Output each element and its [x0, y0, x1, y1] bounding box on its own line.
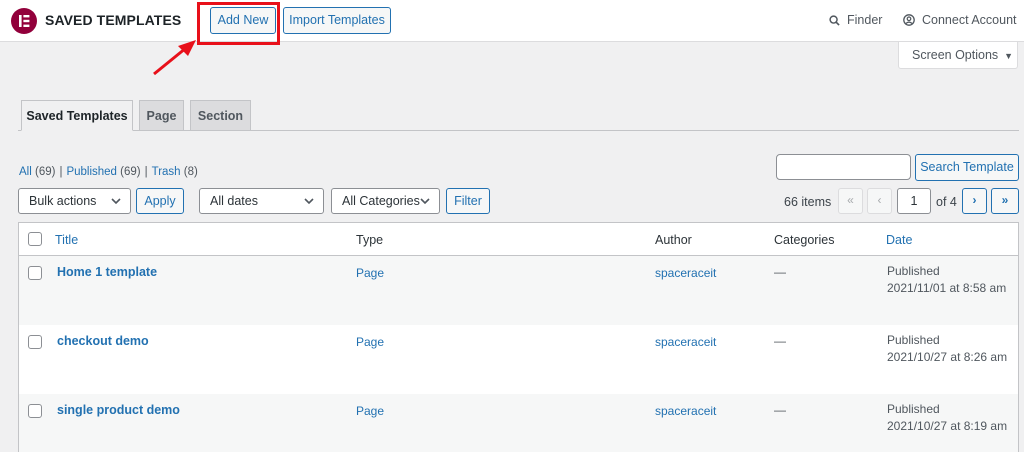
highlight-box: [197, 2, 280, 45]
connect-account-link[interactable]: Connect Account: [903, 13, 1017, 27]
column-title[interactable]: Title: [55, 233, 78, 247]
template-categories: —: [774, 334, 786, 348]
next-page-button[interactable]: ›: [962, 188, 987, 214]
view-published-link[interactable]: Published: [66, 166, 117, 178]
template-date: Published 2021/10/27 at 8:26 am: [887, 332, 1007, 366]
chevron-down-icon: [111, 198, 121, 205]
bulk-actions-select[interactable]: Bulk actions: [18, 188, 131, 214]
search-icon: [829, 14, 840, 26]
column-date[interactable]: Date: [886, 233, 912, 247]
view-trash-link[interactable]: Trash: [152, 166, 181, 178]
search-template-button[interactable]: Search Template: [915, 154, 1019, 181]
template-categories: —: [774, 403, 786, 417]
total-pages: of 4: [936, 195, 957, 209]
tab-saved-templates[interactable]: Saved Templates: [21, 100, 133, 131]
finder-label: Finder: [847, 13, 883, 27]
red-arrow-icon: [153, 40, 196, 76]
connect-account-label: Connect Account: [922, 13, 1017, 27]
items-count: 66 items: [784, 195, 832, 209]
screen-options-label: Screen Options: [912, 48, 999, 62]
template-date-value: 2021/10/27 at 8:19 am: [887, 419, 1008, 433]
page-title: SAVED TEMPLATES: [45, 12, 182, 28]
template-author-link[interactable]: spaceraceit: [655, 335, 716, 349]
tab-page[interactable]: Page: [139, 100, 184, 131]
view-published-count: (69): [120, 166, 141, 178]
template-status: Published: [887, 264, 940, 278]
column-categories: Categories: [774, 233, 835, 247]
chevron-down-icon: [420, 198, 430, 205]
template-title-link[interactable]: Home 1 template: [57, 265, 157, 279]
screen-options-button[interactable]: Screen Options ▼: [898, 42, 1018, 69]
table-row: checkout demo Page spaceraceit — Publish…: [19, 325, 1018, 394]
table-row: single product demo Page spaceraceit — P…: [19, 394, 1018, 452]
tab-section[interactable]: Section: [190, 100, 251, 131]
first-page-button: «: [838, 188, 863, 214]
table-header: Title Type Author Categories Date: [19, 223, 1018, 256]
view-all-count: (69): [34, 166, 56, 178]
table-row: Home 1 template Page spaceraceit — Publi…: [19, 256, 1018, 325]
select-all-checkbox[interactable]: [28, 232, 42, 246]
filter-button[interactable]: Filter: [446, 188, 490, 214]
template-date: Published 2021/10/27 at 8:19 am: [887, 401, 1007, 435]
view-filters: All (69) | Published (69) | Trash (8): [19, 166, 198, 178]
top-bar: SAVED TEMPLATES Add New Import Templates…: [0, 0, 1024, 42]
row-checkbox[interactable]: [28, 266, 42, 280]
template-categories: —: [774, 265, 786, 279]
template-author-link[interactable]: spaceraceit: [655, 404, 716, 418]
current-page-input[interactable]: 1: [897, 188, 931, 214]
template-type-link[interactable]: Page: [356, 404, 384, 418]
template-title-link[interactable]: checkout demo: [57, 334, 149, 348]
user-circle-icon: [903, 14, 915, 26]
template-date-value: 2021/10/27 at 8:26 am: [887, 350, 1008, 364]
elementor-logo-icon: [11, 8, 37, 34]
categories-select[interactable]: All Categories: [331, 188, 440, 214]
finder-link[interactable]: Finder: [829, 13, 882, 27]
dates-select[interactable]: All dates: [199, 188, 324, 214]
row-checkbox[interactable]: [28, 335, 42, 349]
search-input[interactable]: [776, 154, 911, 180]
apply-button[interactable]: Apply: [136, 188, 184, 214]
template-date: Published 2021/11/01 at 8:58 am: [887, 263, 1006, 297]
template-date-value: 2021/11/01 at 8:58 am: [887, 281, 1007, 295]
templates-table: Title Type Author Categories Date Home 1…: [18, 222, 1019, 452]
column-author: Author: [655, 233, 692, 247]
caret-down-icon: ▼: [1004, 51, 1014, 61]
view-trash-count: (8): [183, 166, 198, 178]
import-templates-button[interactable]: Import Templates: [283, 7, 391, 34]
row-checkbox[interactable]: [28, 404, 42, 418]
template-author-link[interactable]: spaceraceit: [655, 266, 716, 280]
template-type-link[interactable]: Page: [356, 266, 384, 280]
chevron-down-icon: [304, 198, 314, 205]
last-page-button[interactable]: »: [991, 188, 1019, 214]
template-status: Published: [887, 402, 940, 416]
view-all-link[interactable]: All: [19, 166, 32, 178]
template-status: Published: [887, 333, 940, 347]
template-type-link[interactable]: Page: [356, 335, 384, 349]
template-title-link[interactable]: single product demo: [57, 403, 180, 417]
column-type: Type: [356, 233, 384, 247]
prev-page-button: ‹: [867, 188, 892, 214]
